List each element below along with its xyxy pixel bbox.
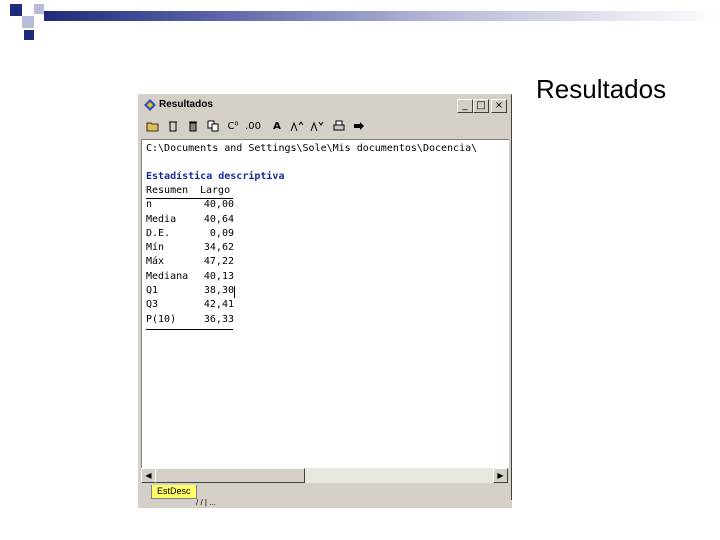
- trash-icon[interactable]: [185, 120, 201, 134]
- section-title: Estadística descriptiva: [146, 171, 285, 182]
- toolbar: C⁰ .00 A: [141, 117, 509, 137]
- stat-value: 42,41: [203, 299, 234, 311]
- stat-label: n: [146, 199, 153, 211]
- sheet-tab-estdesc[interactable]: EstDesc: [151, 485, 197, 499]
- scroll-left-icon[interactable]: ◀: [141, 468, 156, 483]
- close-button[interactable]: ×: [491, 99, 507, 113]
- window-title: Resultados: [159, 99, 213, 110]
- superscript-icon[interactable]: C⁰: [225, 120, 241, 134]
- status-bar: / / | ...: [138, 498, 512, 508]
- deco-gradient-bar: [44, 11, 720, 21]
- stat-label: Media: [146, 213, 177, 225]
- status-text: / / | ...: [196, 498, 216, 507]
- font-icon[interactable]: A: [269, 120, 285, 134]
- stat-label: D.E.: [146, 227, 171, 239]
- slide-title: Resultados: [536, 74, 667, 104]
- stat-value: 36,33: [203, 313, 234, 325]
- header-label: Resumen: [146, 185, 189, 196]
- stat-value: 47,22: [203, 256, 234, 268]
- stat-value: 34,62: [203, 242, 234, 254]
- app-icon: [144, 99, 156, 111]
- stat-label: Q3: [146, 299, 159, 311]
- bottom-rule: [146, 329, 233, 330]
- scroll-thumb[interactable]: [155, 468, 305, 483]
- text-cursor: [234, 286, 235, 299]
- maximize-button[interactable]: □: [473, 99, 489, 113]
- deco-square-light-2: [34, 4, 44, 14]
- stat-label: Mín: [146, 242, 165, 254]
- print-icon[interactable]: [331, 120, 347, 134]
- stat-value: 40,13: [203, 270, 234, 282]
- decrease-font-icon[interactable]: [309, 120, 325, 134]
- decimals-icon[interactable]: .00: [245, 120, 261, 134]
- file-path: C:\Documents and Settings\Sole\Mis docum…: [146, 143, 478, 154]
- stat-label: Mediana: [146, 270, 189, 282]
- increase-font-icon[interactable]: [289, 120, 305, 134]
- stat-value: 40,64: [203, 213, 234, 225]
- open-folder-icon[interactable]: [145, 120, 161, 134]
- results-window: Resultados _ □ × C⁰ .00 A C:\Documents a…: [138, 94, 512, 506]
- stat-label: Q1: [146, 285, 159, 297]
- minimize-button[interactable]: _: [457, 99, 473, 113]
- deco-square-navy: [10, 4, 22, 16]
- delete-icon[interactable]: [165, 120, 181, 134]
- copy-icon[interactable]: [205, 120, 221, 134]
- scroll-right-icon[interactable]: ▶: [493, 468, 508, 483]
- stat-value: 40,00: [203, 199, 234, 211]
- stat-value: 38,30: [203, 285, 234, 297]
- header-variable: Largo: [200, 185, 231, 196]
- window-titlebar[interactable]: Resultados _ □ ×: [141, 97, 509, 115]
- deco-square-navy-2: [24, 30, 34, 40]
- header-rule: [146, 198, 233, 199]
- sheet-tab-bar: EstDesc: [141, 485, 508, 499]
- stat-value: 0,09: [209, 227, 234, 239]
- stat-label: P(10): [146, 313, 177, 325]
- stat-label: Máx: [146, 256, 165, 268]
- horizontal-scrollbar[interactable]: ◀ ▶: [141, 468, 508, 483]
- pin-icon[interactable]: [351, 120, 367, 134]
- deco-square-light: [22, 16, 34, 28]
- results-text-area[interactable]: C:\Documents and Settings\Sole\Mis docum…: [141, 139, 509, 468]
